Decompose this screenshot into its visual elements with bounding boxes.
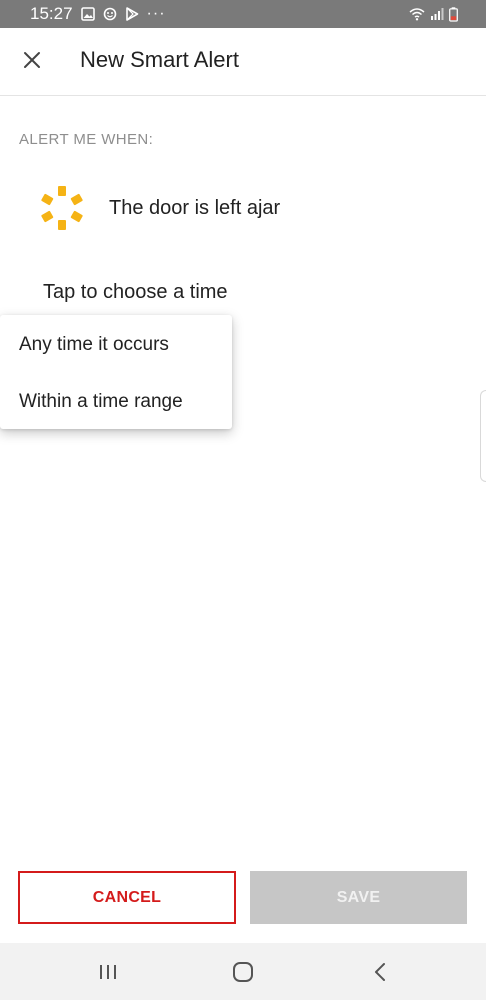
back-button[interactable] [360,957,400,987]
status-left: 15:27 ··· [30,4,166,24]
condition-row: The door is left ajar [38,183,280,233]
edge-panel-handle[interactable] [480,390,486,482]
status-right [409,6,486,22]
time-chooser[interactable]: Tap to choose a time [43,281,228,304]
image-icon [80,7,95,21]
page-title: New Smart Alert [80,47,239,72]
wifi-icon [409,8,425,21]
more-dots-icon: ··· [146,5,166,22]
cancel-button[interactable]: CANCEL [18,871,236,924]
status-time: 15:27 [30,4,73,23]
app-bar: New Smart Alert [0,28,486,96]
back-icon [375,963,385,981]
recent-apps-icon [100,965,116,979]
door-ajar-icon [41,186,83,230]
play-store-icon [125,7,138,21]
nav-bar [0,943,486,1000]
menu-item-time-range[interactable]: Within a time range [0,373,232,430]
time-option-menu: Any time it occurs Within a time range [0,315,232,429]
signal-icon [431,8,444,20]
face-icon [103,7,116,21]
battery-icon [449,6,458,22]
status-bar: 15:27 ··· [0,0,486,28]
close-button[interactable] [14,42,50,78]
home-icon [233,962,253,982]
section-label: ALERT ME WHEN: [19,131,154,148]
recent-apps-button[interactable] [88,957,128,987]
condition-text: The door is left ajar [109,196,281,219]
home-button[interactable] [223,957,263,987]
save-button[interactable]: SAVE [250,871,467,924]
close-icon [24,52,40,68]
menu-item-any-time[interactable]: Any time it occurs [0,316,232,373]
